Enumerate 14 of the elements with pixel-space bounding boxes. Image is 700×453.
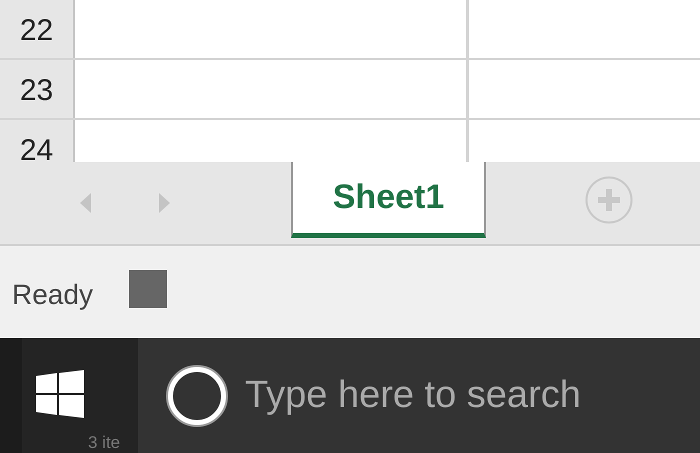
scroll-right-icon[interactable] — [158, 193, 170, 213]
record-macro-icon[interactable] — [128, 270, 167, 308]
cortana-icon[interactable] — [165, 364, 229, 428]
status-text: Ready — [12, 279, 93, 311]
add-sheet-icon[interactable] — [585, 176, 633, 224]
search-bar[interactable]: Type here to search — [138, 338, 700, 453]
row-header[interactable]: 23 — [0, 60, 75, 118]
search-field[interactable]: Type here to search — [243, 373, 700, 418]
sheet-tab[interactable]: Sheet1 — [291, 162, 486, 238]
row-header[interactable]: 22 — [0, 0, 75, 58]
scroll-left-icon[interactable] — [80, 193, 92, 213]
row-header[interactable]: 24 — [0, 120, 75, 162]
start-icon[interactable] — [36, 370, 84, 418]
item-count-text: 3 ite — [88, 434, 120, 452]
